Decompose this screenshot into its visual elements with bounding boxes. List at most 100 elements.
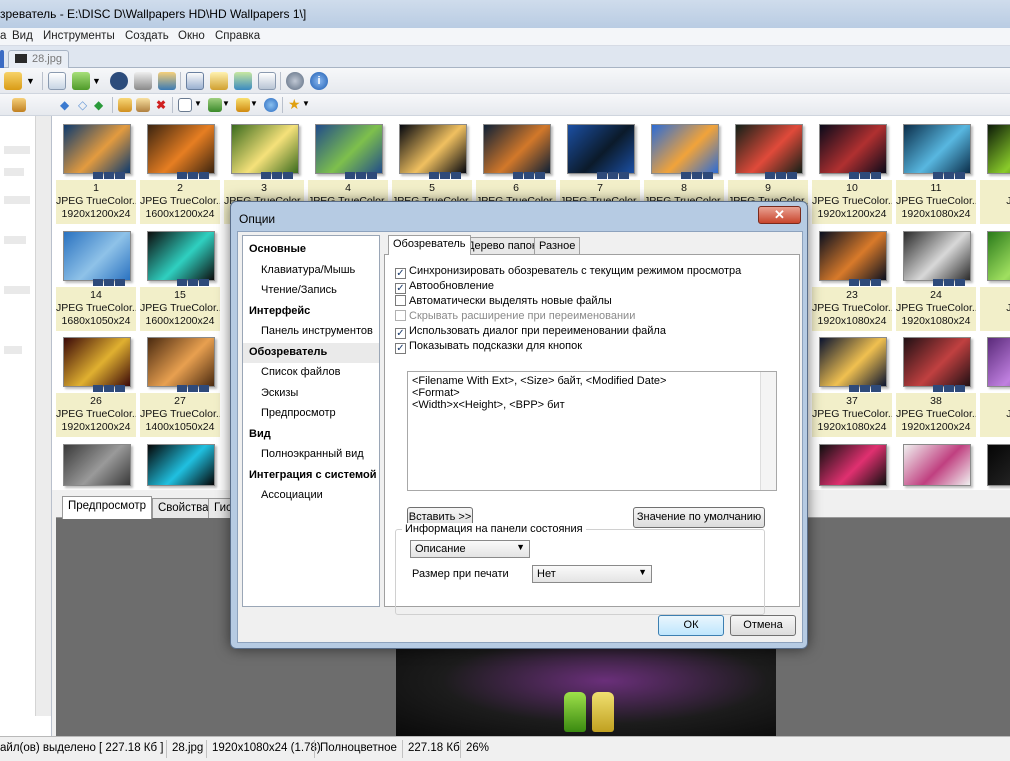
ok-button[interactable]: ОК [658, 615, 724, 636]
menu-help[interactable]: Справка [215, 30, 260, 42]
favorites-star-icon[interactable]: ★ [288, 97, 302, 111]
new-folder-icon[interactable] [118, 98, 132, 112]
binoculars-icon[interactable] [110, 72, 128, 90]
thumbnail-image[interactable] [903, 444, 971, 486]
dropdown-arrow-icon[interactable]: ▼ [302, 99, 316, 113]
folder-tree-pane[interactable] [0, 116, 52, 736]
dropdown-arrow-icon[interactable]: ▼ [222, 99, 236, 113]
template-scrollbar[interactable] [760, 372, 776, 490]
tab-browser[interactable]: Обозреватель [388, 235, 471, 255]
tree-item[interactable] [4, 286, 30, 294]
refresh-icon[interactable] [264, 98, 278, 112]
options-nav-item[interactable]: Чтение/Запись [243, 281, 379, 301]
thumbnail-image[interactable] [63, 231, 131, 281]
thumbnail-image[interactable] [735, 124, 803, 174]
thumbnail-image[interactable] [315, 124, 383, 174]
doc-tab-28[interactable]: 28.jpg [8, 50, 69, 68]
thumbnail-image[interactable] [567, 124, 635, 174]
options-nav-item[interactable]: Клавиатура/Мышь [243, 261, 379, 281]
thumbnail-image[interactable] [63, 444, 131, 486]
thumbnail-image[interactable] [987, 231, 1010, 281]
options-nav-item[interactable]: Интеграция с системой [243, 466, 379, 486]
open-file-icon[interactable] [48, 72, 66, 90]
active-doc-tab-edge[interactable] [0, 50, 4, 68]
default-value-button[interactable]: Значение по умолчанию [633, 507, 765, 528]
view-mode-icon[interactable] [178, 98, 192, 112]
back-arrow-icon[interactable]: ◆ [60, 98, 74, 112]
thumbnail-image[interactable] [903, 124, 971, 174]
filter-icon[interactable] [236, 98, 250, 112]
thumbnail-image[interactable] [399, 124, 467, 174]
menu-view[interactable]: Вид [12, 30, 33, 42]
thumbnail-image[interactable] [147, 124, 215, 174]
thumbnail-image[interactable] [483, 124, 551, 174]
option-checkbox[interactable]: ✓ Синхронизировать обозреватель с текущим… [395, 265, 741, 279]
menu-file[interactable]: а [0, 30, 6, 42]
cancel-button[interactable]: Отмена [730, 615, 796, 636]
options-nav-item[interactable]: Ассоциации [243, 486, 379, 506]
delete-icon[interactable]: ✖ [154, 98, 168, 112]
tree-scrollbar[interactable] [35, 116, 51, 716]
menu-create[interactable]: Создать [125, 30, 169, 42]
print-icon[interactable] [134, 72, 152, 90]
options-nav-item[interactable]: Предпросмотр [243, 404, 379, 424]
sort-icon[interactable] [208, 98, 222, 112]
dropdown-arrow-icon[interactable]: ▼ [250, 99, 264, 113]
browse-icon[interactable] [4, 72, 22, 90]
menu-tools[interactable]: Инструменты [43, 30, 115, 42]
option-checkbox[interactable]: Автоматически выделять новые файлы [395, 295, 612, 309]
dialog-close-button[interactable]: ✕ [758, 206, 801, 224]
thumbnail-image[interactable] [903, 231, 971, 281]
checkmark-icon[interactable]: ✓ [395, 268, 406, 279]
thumbnail-image[interactable] [987, 124, 1010, 174]
options-nav-item[interactable]: Панель инструментов [243, 322, 379, 342]
tooltip-template-textarea[interactable]: <Filename With Ext>, <Size> байт, <Modif… [407, 371, 777, 491]
options-nav-item[interactable]: Список файлов [243, 363, 379, 383]
folder-tree-icon[interactable] [12, 98, 26, 112]
tab-properties[interactable]: Свойства [152, 498, 215, 518]
options-nav-item[interactable]: Основные [243, 240, 379, 260]
option-checkbox[interactable]: ✓ Использовать диалог при переименовании … [395, 325, 666, 339]
monitor-icon[interactable] [210, 72, 228, 90]
tree-item[interactable] [4, 168, 24, 176]
menu-window[interactable]: Окно [178, 30, 205, 42]
copy-to-icon[interactable] [72, 72, 90, 90]
options-nav-item[interactable]: Полноэкранный вид [243, 445, 379, 465]
options-nav-item[interactable]: Обозреватель [243, 342, 379, 363]
thumbnail-image[interactable] [987, 337, 1010, 387]
thumbnail-image[interactable] [63, 337, 131, 387]
checkmark-icon[interactable]: ✓ [395, 343, 406, 354]
info-icon[interactable]: i [310, 72, 328, 90]
thumbnail-image[interactable] [819, 124, 887, 174]
calculator-icon[interactable] [258, 72, 276, 90]
thumbnail-image[interactable] [651, 124, 719, 174]
option-checkbox[interactable]: ✓ Автообновление [395, 280, 494, 294]
thumbnail-image[interactable] [231, 124, 299, 174]
statusbar-info-select[interactable]: Описание ▼ [410, 540, 530, 558]
tab-preview[interactable]: Предпросмотр [62, 496, 152, 519]
tab-folder-tree[interactable]: Дерево папок [462, 237, 542, 254]
dropdown-arrow-icon[interactable]: ▼ [194, 99, 208, 113]
tab-misc[interactable]: Разное [534, 237, 581, 254]
thumbnail-image[interactable] [63, 124, 131, 174]
checkbox-empty-icon[interactable] [395, 295, 406, 306]
thumbnail-image[interactable] [147, 444, 215, 486]
thumbnail-image[interactable] [819, 337, 887, 387]
option-checkbox[interactable]: ✓ Показывать подсказки для кнопок [395, 340, 582, 354]
options-nav-item[interactable]: Интерфейс [243, 302, 379, 322]
capture-icon[interactable] [186, 72, 204, 90]
thumbnail-image[interactable] [903, 337, 971, 387]
thumbnail-image[interactable] [147, 337, 215, 387]
checkmark-icon[interactable]: ✓ [395, 328, 406, 339]
compare-icon[interactable] [234, 72, 252, 90]
dropdown-arrow-icon[interactable]: ▼ [92, 74, 106, 88]
slideshow-icon[interactable] [158, 72, 176, 90]
tree-item[interactable] [4, 236, 26, 244]
checkmark-icon[interactable]: ✓ [395, 283, 406, 294]
options-category-tree[interactable]: Основные Клавиатура/Мышь Чтение/Запись Инте… [242, 235, 380, 607]
thumbnail-image[interactable] [819, 444, 887, 486]
print-size-select[interactable]: Нет ▼ [532, 565, 652, 583]
thumbnail-image[interactable] [987, 444, 1010, 486]
tree-item[interactable] [4, 346, 22, 354]
forward-arrow-icon[interactable]: ◇ [78, 98, 92, 112]
